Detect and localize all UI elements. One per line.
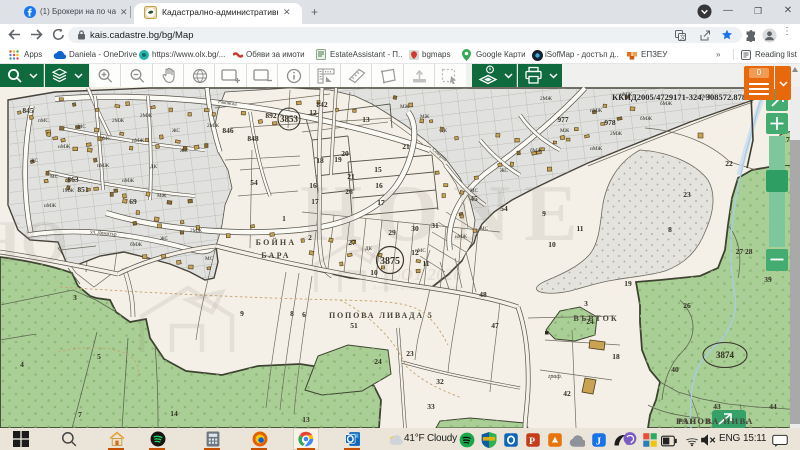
svg-text:18: 18 (612, 352, 620, 361)
svg-text:19: 19 (624, 279, 632, 288)
svg-text:иМЖ: иМЖ (58, 144, 70, 150)
svg-text:14: 14 (170, 409, 178, 418)
svg-text:23: 23 (683, 190, 691, 199)
svg-text:3: 3 (73, 293, 77, 302)
svg-text:842: 842 (316, 100, 328, 109)
svg-text:18: 18 (316, 156, 324, 165)
svg-text:69: 69 (129, 197, 137, 206)
svg-text:бМЖ: бМЖ (130, 241, 142, 248)
svg-text:P: P (529, 436, 535, 447)
svg-text:文: 文 (680, 34, 686, 41)
svg-text:2МЖ: 2МЖ (207, 123, 219, 129)
svg-text:846: 846 (222, 126, 234, 135)
svg-text:2МЖ: 2МЖ (610, 131, 622, 137)
svg-text:1МЖ: 1МЖ (62, 188, 74, 194)
svg-text:848: 848 (247, 134, 259, 143)
svg-text:граф.: граф. (548, 373, 562, 380)
svg-text:4: 4 (20, 360, 24, 369)
svg-text:863: 863 (67, 175, 79, 184)
svg-text:бМЖ: бМЖ (530, 147, 542, 154)
svg-text:Агенция за недвижими имоти: Агенция за недвижими имоти (372, 284, 461, 292)
svg-text:21: 21 (402, 142, 410, 151)
svg-text:пМС: пМС (100, 136, 111, 142)
svg-text:пМЖ: пМЖ (97, 163, 109, 169)
svg-text:977: 977 (557, 115, 569, 124)
svg-text:ЖС: ЖС (180, 148, 189, 154)
svg-text:1: 1 (282, 214, 286, 223)
svg-text:ЖС: ЖС (160, 236, 169, 242)
svg-text:3874: 3874 (716, 350, 735, 360)
svg-text:2МЖ: 2МЖ (140, 113, 152, 119)
svg-text:пМС: пМС (38, 118, 49, 124)
svg-text:47: 47 (491, 321, 499, 330)
svg-text:НО: НО (0, 209, 67, 275)
svg-text:пМС: пМС (75, 124, 86, 130)
svg-text:3: 3 (584, 299, 588, 308)
svg-text:44: 44 (769, 402, 777, 411)
svg-text:иМЖ: иМЖ (132, 138, 144, 144)
svg-text:851: 851 (77, 185, 89, 194)
svg-text:МС: МС (205, 256, 214, 262)
svg-text:8: 8 (290, 309, 294, 318)
svg-text:32: 32 (436, 377, 444, 386)
svg-text:42: 42 (563, 389, 571, 398)
svg-text:МЖ: МЖ (420, 114, 430, 120)
svg-text:иМЖ: иМЖ (590, 146, 602, 152)
svg-text:19: 19 (334, 155, 342, 164)
svg-text:МЖ: МЖ (400, 104, 410, 110)
svg-text:пМЖ: пМЖ (590, 108, 602, 114)
svg-text:©ОТ 2020: ©ОТ 2020 (388, 265, 462, 284)
svg-text:5: 5 (97, 352, 101, 361)
svg-text:МС: МС (50, 174, 59, 180)
svg-text:10: 10 (370, 268, 378, 277)
svg-text:26: 26 (683, 301, 691, 310)
svg-text:54: 54 (250, 178, 258, 187)
svg-text:892: 892 (265, 111, 277, 120)
svg-text:23: 23 (406, 349, 414, 358)
svg-text:ДК: ДК (440, 128, 448, 134)
svg-text:ПОПОВА ЛИВАДА 5: ПОПОВА ЛИВАДА 5 (329, 311, 434, 320)
svg-text:43: 43 (713, 402, 721, 411)
svg-text:20: 20 (341, 149, 349, 158)
svg-text:6: 6 (302, 310, 306, 319)
svg-text:МЖ: МЖ (560, 128, 570, 134)
svg-text:бМЖ: бМЖ (640, 115, 652, 122)
svg-text:9: 9 (240, 309, 244, 318)
svg-text:3853: 3853 (280, 114, 299, 124)
svg-text:БОЙНА: БОЙНА (256, 238, 297, 247)
svg-text:ЖС: ЖС (172, 128, 181, 134)
svg-text:7: 7 (78, 410, 82, 419)
svg-text:иМЖ: иМЖ (122, 178, 134, 184)
svg-text:845: 845 (22, 106, 34, 115)
svg-text:ЖС: ЖС (30, 158, 39, 164)
svg-text:2МЖ: 2МЖ (190, 228, 202, 234)
svg-text:2МЖ: 2МЖ (112, 118, 124, 124)
svg-text:МЖ: МЖ (157, 193, 167, 199)
svg-text:51: 51 (350, 321, 358, 330)
svg-text:24: 24 (374, 357, 382, 366)
svg-text:ДК: ДК (150, 164, 158, 170)
svg-text:39: 39 (764, 275, 772, 284)
svg-text:33: 33 (427, 402, 435, 411)
svg-text:J: J (596, 436, 601, 447)
svg-text:12: 12 (309, 108, 317, 117)
svg-text:40: 40 (671, 365, 679, 374)
svg-text:22: 22 (725, 159, 733, 168)
svg-text:ВЪРТОК: ВЪРТОК (573, 314, 618, 323)
svg-text:48: 48 (479, 290, 487, 299)
svg-text:ККИД2005/4729171-324, 308572.8: ККИД2005/4729171-324, 308572.878 (612, 92, 746, 102)
svg-text:БАРА: БАРА (261, 251, 290, 260)
svg-text:РАНОВА НИВА: РАНОВА НИВА (676, 416, 754, 426)
svg-text:978: 978 (604, 118, 616, 127)
svg-text:13: 13 (302, 415, 310, 424)
svg-text:HONE: HONE (300, 170, 592, 258)
svg-text:13: 13 (362, 115, 370, 124)
svg-text:2МЖ: 2МЖ (540, 96, 552, 102)
svg-text:8: 8 (668, 225, 672, 234)
svg-text:27 28: 27 28 (736, 247, 753, 256)
